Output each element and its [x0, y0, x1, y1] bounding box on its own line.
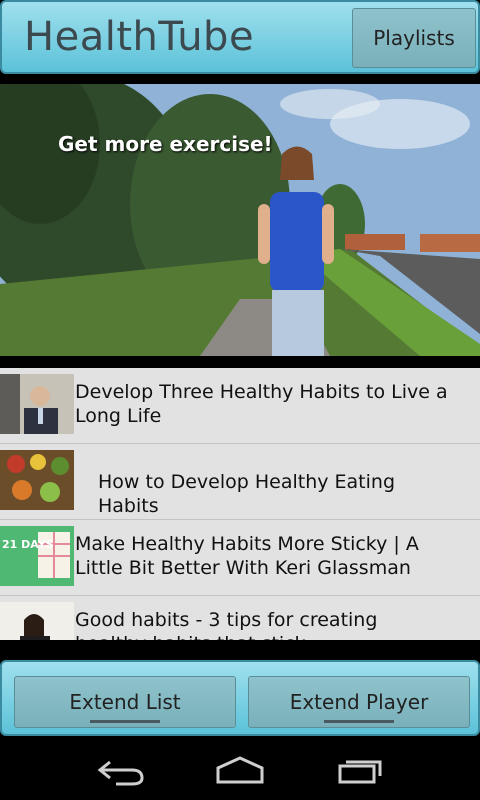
list-item-title: How to Develop Healthy Eating Habits: [98, 471, 396, 517]
extend-list-indicator: [90, 720, 160, 723]
food-bowls-thumbnail: [0, 450, 74, 510]
list-item[interactable]: Develop Three Healthy Habits to Live a L…: [0, 368, 480, 444]
back-icon[interactable]: [96, 754, 146, 786]
list-item-title: Good habits - 3 tips for creating health…: [75, 609, 378, 640]
system-nav-bar: [0, 740, 480, 800]
list-item-title: Make Healthy Habits More Sticky | A Litt…: [75, 533, 419, 579]
playlists-button[interactable]: Playlists: [352, 8, 476, 68]
calendar-thumbnail-label: 21 DAYS: [2, 538, 54, 551]
video-frame: [0, 84, 480, 356]
calendar-thumbnail: 21 DAYS: [0, 526, 74, 586]
list-item[interactable]: Good habits - 3 tips for creating health…: [0, 596, 480, 640]
woman-portrait-thumbnail: [0, 602, 74, 640]
video-list[interactable]: Develop Three Healthy Habits to Live a L…: [0, 368, 480, 640]
extend-player-indicator: [324, 720, 394, 723]
man-portrait-thumbnail: [0, 374, 74, 434]
list-item[interactable]: How to Develop Healthy Eating Habits: [0, 444, 480, 520]
home-icon[interactable]: [214, 754, 266, 786]
extend-player-button[interactable]: Extend Player: [248, 676, 470, 728]
extend-list-button[interactable]: Extend List: [14, 676, 236, 728]
recent-apps-icon[interactable]: [336, 754, 386, 786]
app-title: HealthTube: [24, 14, 255, 60]
extend-list-label: Extend List: [69, 690, 181, 714]
extend-player-label: Extend Player: [289, 690, 429, 714]
video-caption: Get more exercise!: [58, 132, 273, 156]
list-item[interactable]: 21 DAYS Make Healthy Habits More Sticky …: [0, 520, 480, 596]
list-item-title: Develop Three Healthy Habits to Live a L…: [75, 381, 448, 427]
footer-bar: Extend List Extend Player: [0, 660, 480, 736]
video-player[interactable]: Get more exercise!: [0, 84, 480, 356]
app-header: HealthTube Playlists: [0, 0, 480, 74]
